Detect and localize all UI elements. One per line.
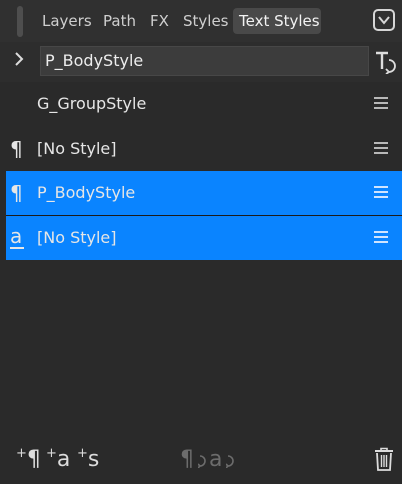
refresh-icon (225, 455, 235, 469)
hamburger-icon[interactable] (374, 97, 388, 111)
tab-styles[interactable]: Styles (183, 8, 229, 34)
list-item[interactable]: a [No Style] (6, 216, 402, 260)
pilcrow-icon: ¶ (10, 137, 23, 161)
chevron-right-icon[interactable] (14, 52, 24, 66)
apply-paragraph-style-button[interactable]: ¶ (180, 444, 211, 476)
character-glyph: a (10, 224, 23, 248)
add-character-style-button[interactable]: +a (46, 444, 70, 476)
hamburger-icon[interactable] (374, 231, 388, 245)
s-icon: s (87, 447, 100, 472)
plus-icon: + (16, 446, 27, 461)
update-style-icon[interactable] (374, 50, 398, 74)
character-style-icon: a (10, 226, 28, 250)
character-icon: a (209, 447, 223, 472)
plus-icon: + (77, 446, 88, 461)
tab-fx[interactable]: FX (150, 8, 169, 34)
refresh-icon (197, 455, 206, 469)
delete-style-button[interactable] (374, 447, 394, 479)
tab-path[interactable]: Path (103, 8, 136, 34)
list-item[interactable]: ¶ [No Style] (6, 127, 402, 171)
plus-icon: + (46, 446, 57, 461)
panel-grip-handle[interactable] (17, 6, 23, 37)
style-label: [No Style] (37, 228, 117, 247)
tab-text-styles[interactable]: Text Styles (233, 8, 321, 34)
hamburger-icon[interactable] (374, 186, 388, 200)
style-label: G_GroupStyle (37, 94, 147, 113)
style-label: P_BodyStyle (37, 183, 136, 202)
style-name-field[interactable]: P_BodyStyle (40, 46, 369, 76)
add-paragraph-style-button[interactable]: +¶ (16, 444, 41, 476)
style-group-row: P_BodyStyle (0, 42, 402, 82)
pilcrow-icon: ¶ (26, 447, 41, 472)
list-item[interactable]: G_GroupStyle (6, 82, 402, 126)
tab-bar: Layers Path FX Styles Text Styles (0, 0, 402, 42)
trash-icon (375, 447, 393, 471)
pilcrow-icon: ¶ (180, 447, 194, 472)
style-label: [No Style] (37, 139, 117, 158)
chevron-down-icon (378, 16, 390, 25)
apply-character-style-button[interactable]: a (209, 444, 239, 476)
pilcrow-icon: ¶ (10, 181, 23, 205)
list-item[interactable]: ¶ P_BodyStyle (6, 171, 402, 215)
character-icon: a (56, 447, 71, 472)
panel-menu-button[interactable] (373, 9, 395, 31)
add-group-style-button[interactable]: +s (77, 444, 99, 476)
hamburger-icon[interactable] (374, 142, 388, 156)
tab-layers[interactable]: Layers (42, 8, 92, 34)
